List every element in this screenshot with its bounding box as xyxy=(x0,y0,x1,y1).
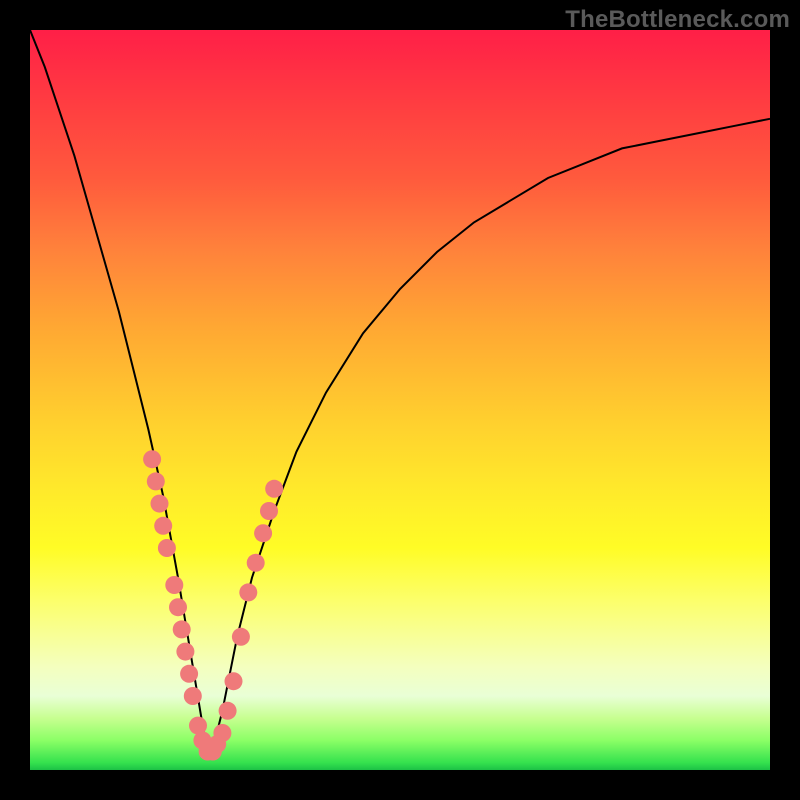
chart-frame: TheBottleneck.com xyxy=(0,0,800,800)
curve-marker xyxy=(265,480,283,498)
curve-marker xyxy=(158,539,176,557)
plot-area xyxy=(30,30,770,770)
curve-marker xyxy=(225,672,243,690)
curve-marker xyxy=(180,665,198,683)
curve-marker xyxy=(165,576,183,594)
curve-marker xyxy=(184,687,202,705)
curve-marker xyxy=(169,598,187,616)
bottleneck-curve xyxy=(30,30,770,755)
curve-marker xyxy=(219,702,237,720)
curve-marker xyxy=(213,724,231,742)
curve-marker xyxy=(147,472,165,490)
curve-marker xyxy=(143,450,161,468)
curve-marker xyxy=(176,643,194,661)
chart-svg xyxy=(30,30,770,770)
curve-marker xyxy=(247,554,265,572)
curve-marker xyxy=(154,517,172,535)
curve-marker xyxy=(232,628,250,646)
curve-marker xyxy=(260,502,278,520)
curve-marker xyxy=(239,583,257,601)
watermark-label: TheBottleneck.com xyxy=(565,6,790,34)
marker-group xyxy=(143,450,283,760)
curve-marker xyxy=(151,495,169,513)
curve-marker xyxy=(254,524,272,542)
curve-marker xyxy=(173,620,191,638)
